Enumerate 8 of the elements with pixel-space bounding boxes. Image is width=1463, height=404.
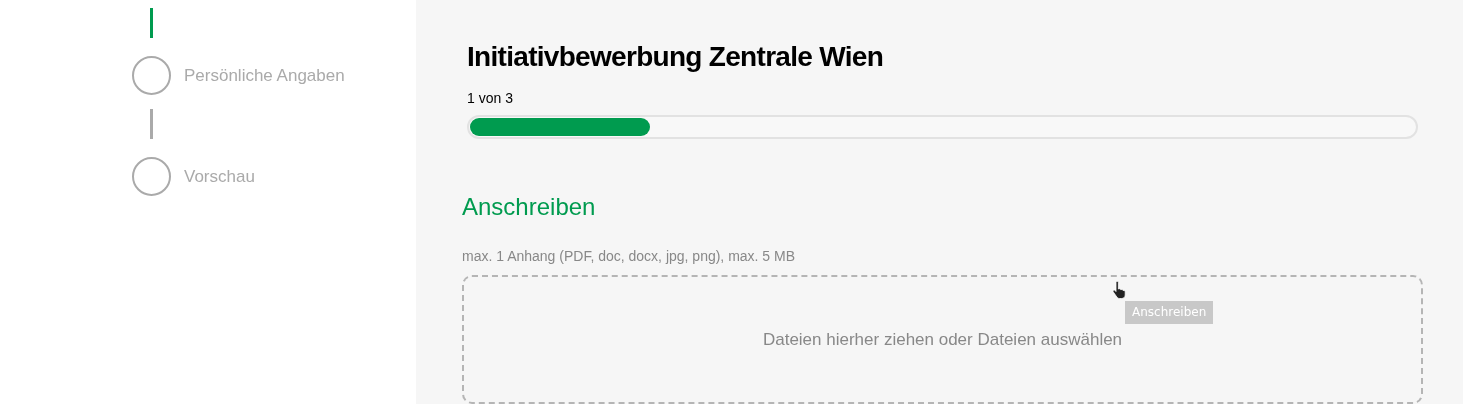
hand-cursor-icon	[1112, 280, 1126, 299]
dropzone-text: Dateien hierher ziehen oder Dateien auswählen	[762, 328, 1123, 349]
upload-hint: max. 1 Anhang (PDF, doc, docx, jpg, png), max. 5 MB	[462, 246, 797, 266]
step-label[interactable]: Vorschau	[184, 163, 255, 190]
section-heading: Anschreiben	[462, 191, 597, 222]
page-title: Initiativbewerbung Zentrale Wien	[467, 40, 885, 74]
step-counter: 1 von 3	[467, 89, 514, 108]
step-label[interactable]: Persönliche Angaben	[184, 62, 345, 89]
